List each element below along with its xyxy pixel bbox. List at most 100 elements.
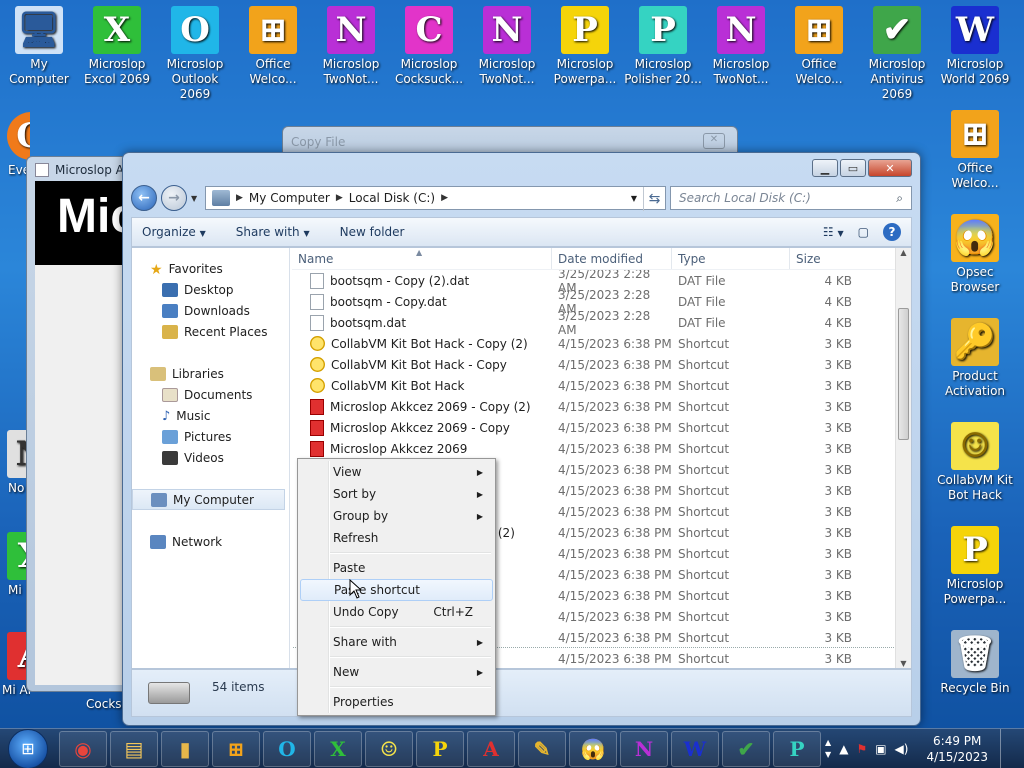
share-with-button[interactable]: Share with ▼	[236, 225, 310, 239]
nav-pictures[interactable]: Pictures	[132, 426, 289, 447]
taskbar-scroll-icon[interactable]: ▲ ▼	[825, 737, 831, 761]
nav-music[interactable]: ♪ Music	[132, 405, 289, 426]
desktop-icon[interactable]: P Microslop Powerpa...	[546, 6, 624, 87]
desktop-icon[interactable]: C Microslop Cocksuck...	[390, 6, 468, 87]
nav-desktop[interactable]: Desktop	[132, 279, 289, 300]
menu-item-group-by[interactable]: Group by ▶	[300, 505, 493, 527]
menu-item-undo-copy[interactable]: Undo Copy Ctrl+Z	[300, 601, 493, 623]
nav-documents[interactable]: Documents	[132, 384, 289, 405]
taskbar-outlook-icon[interactable]: O	[263, 730, 311, 767]
nav-downloads[interactable]: Downloads	[132, 300, 289, 321]
explorer-window[interactable]: ▁ ▭ ✕ ← → ▼ ▶ My Computer ▶ Local Disk (…	[122, 152, 921, 726]
breadcrumb-separator-icon[interactable]: ▶	[236, 193, 243, 203]
nav-videos[interactable]: Videos	[132, 447, 289, 468]
taskbar-collabvm-icon[interactable]: ☺	[365, 730, 413, 767]
recent-pages-dropdown[interactable]: ▼	[191, 194, 201, 203]
menu-item-new[interactable]: New ▶	[300, 661, 493, 683]
vertical-scrollbar[interactable]: ▲ ▼	[895, 248, 911, 668]
desktop-icon[interactable]: ☺ CollabVM Kit Bot Hack	[936, 422, 1014, 503]
close-button[interactable]: ✕	[868, 159, 912, 177]
desktop-icon[interactable]: 🗑 Recycle Bin	[936, 630, 1014, 696]
back-button[interactable]: ←	[131, 185, 157, 211]
desktop-icon[interactable]: P Microslop Polisher 20...	[624, 6, 702, 87]
volume-icon[interactable]: ◀)	[895, 742, 909, 756]
desktop-icon[interactable]: ⊞ Office Welco...	[780, 6, 858, 87]
nav-favorites[interactable]: ★ Favorites	[132, 258, 289, 279]
desktop-icon[interactable]: ⊞ Office Welco...	[936, 110, 1014, 191]
show-desktop-button[interactable]	[1000, 729, 1014, 768]
nav-recent-places[interactable]: Recent Places	[132, 321, 289, 342]
taskbar-chrome-icon[interactable]: ◉	[59, 730, 107, 767]
file-row[interactable]: bootsqm.dat 3/25/2023 2:28 AM DAT File 4 KB	[292, 309, 895, 337]
taskbar-explorer-icon[interactable]: ▤	[110, 730, 158, 767]
taskbar-activation-icon[interactable]: ✎	[518, 730, 566, 767]
network-tray-icon[interactable]: ▣	[875, 742, 886, 756]
menu-item-paste[interactable]: Paste	[300, 557, 493, 579]
start-button[interactable]: ⊞	[8, 728, 48, 768]
taskbar-folder-user-icon[interactable]: ▮	[161, 730, 209, 767]
scroll-down-icon[interactable]: ▼	[896, 659, 911, 668]
breadcrumb-separator-icon[interactable]: ▶	[441, 193, 448, 203]
address-bar[interactable]: ▶ My Computer ▶ Local Disk (C:) ▶ ▼ ⇆	[205, 186, 666, 211]
desktop-icon[interactable]: 😱 Opsec Browser	[936, 214, 1014, 295]
breadcrumb-local-disk[interactable]: Local Disk (C:)	[349, 191, 435, 205]
taskbar-office-icon[interactable]: ⊞	[212, 730, 260, 767]
taskbar-excol-icon[interactable]: X	[314, 730, 362, 767]
address-dropdown-icon[interactable]: ▼	[631, 194, 637, 203]
file-row[interactable]: Microslop Akkcez 2069 - Copy 4/15/2023 6:…	[292, 417, 895, 438]
taskbar-world-icon[interactable]: W	[671, 730, 719, 767]
column-size[interactable]: Size	[790, 248, 856, 269]
file-row[interactable]: Microslop Akkcez 2069 4/15/2023 6:38 PM Sh…	[292, 438, 895, 459]
search-icon[interactable]: ⌕	[896, 191, 903, 206]
help-icon[interactable]: ?	[883, 223, 901, 241]
tray-expand-icon[interactable]: ▲	[839, 742, 848, 756]
nav-network[interactable]: Network	[132, 531, 289, 552]
desktop-icon[interactable]: N Microslop TwoNot...	[468, 6, 546, 87]
change-view-icon[interactable]: ☷ ▼	[823, 225, 844, 239]
nav-libraries[interactable]: Libraries	[132, 363, 289, 384]
column-type[interactable]: Type	[672, 248, 790, 269]
taskbar-opsec-icon[interactable]: 😱	[569, 730, 617, 767]
file-row[interactable]: CollabVM Kit Bot Hack 4/15/2023 6:38 PM Sh…	[292, 375, 895, 396]
scroll-up-icon[interactable]: ▲	[896, 248, 911, 257]
action-center-flag-icon[interactable]: ⚑	[856, 742, 867, 756]
desktop-icon[interactable]: ✔ Microslop Antivirus 2069	[858, 6, 936, 102]
new-folder-button[interactable]: New folder	[340, 225, 405, 239]
desktop-icon[interactable]: N Microslop TwoNot...	[702, 6, 780, 87]
menu-item-paste-shortcut[interactable]: Paste shortcut	[300, 579, 493, 601]
taskbar-polisher-icon[interactable]: P	[773, 730, 821, 767]
menu-item-view[interactable]: View ▶	[300, 461, 493, 483]
taskbar-powerpa-icon[interactable]: P	[416, 730, 464, 767]
desktop-icon[interactable]: P Microslop Powerpa...	[936, 526, 1014, 607]
taskbar-antivirus-icon[interactable]: ✔	[722, 730, 770, 767]
taskbar-twonot-icon[interactable]: N	[620, 730, 668, 767]
background-window[interactable]: Microslop Ar Mic	[26, 156, 136, 692]
menu-item-sort-by[interactable]: Sort by ▶	[300, 483, 493, 505]
taskbar-akkcez-icon[interactable]: A	[467, 730, 515, 767]
file-row[interactable]: Microslop Akkcez 2069 - Copy (2) 4/15/202…	[292, 396, 895, 417]
nav-my-computer[interactable]: My Computer	[132, 489, 285, 510]
breadcrumb-separator-icon[interactable]: ▶	[336, 193, 343, 203]
desktop-icon[interactable]: O Microslop Outlook 2069	[156, 6, 234, 102]
close-icon[interactable]: ✕	[703, 133, 725, 149]
desktop-icon[interactable]: X Microslop Excol 2069	[78, 6, 156, 87]
column-date-modified[interactable]: Date modified	[552, 248, 672, 269]
desktop-icon[interactable]: N Microslop TwoNot...	[312, 6, 390, 87]
minimize-button[interactable]: ▁	[812, 159, 838, 177]
desktop-icon[interactable]: ⊞ Office Welco...	[234, 6, 312, 87]
organize-button[interactable]: Organize ▼	[142, 225, 206, 239]
file-row[interactable]: CollabVM Kit Bot Hack - Copy 4/15/2023 6:…	[292, 354, 895, 375]
preview-pane-icon[interactable]: ▢	[858, 225, 869, 239]
menu-item-share-with[interactable]: Share with ▶	[300, 631, 493, 653]
maximize-button[interactable]: ▭	[840, 159, 866, 177]
search-input[interactable]: Search Local Disk (C:) ⌕	[670, 186, 912, 210]
scrollbar-thumb[interactable]	[898, 308, 909, 440]
clock[interactable]: 6:49 PM 4/15/2023	[916, 733, 988, 765]
forward-button[interactable]: →	[161, 185, 187, 211]
refresh-icon[interactable]: ⇆	[643, 187, 665, 211]
file-row[interactable]: CollabVM Kit Bot Hack - Copy (2) 4/15/202…	[292, 333, 895, 354]
desktop-icon[interactable]: W Microslop World 2069	[936, 6, 1014, 87]
menu-item-properties[interactable]: Properties	[300, 691, 493, 713]
desktop-icon[interactable]: 🔑 Product Activation	[936, 318, 1014, 399]
menu-item-refresh[interactable]: Refresh	[300, 527, 493, 549]
